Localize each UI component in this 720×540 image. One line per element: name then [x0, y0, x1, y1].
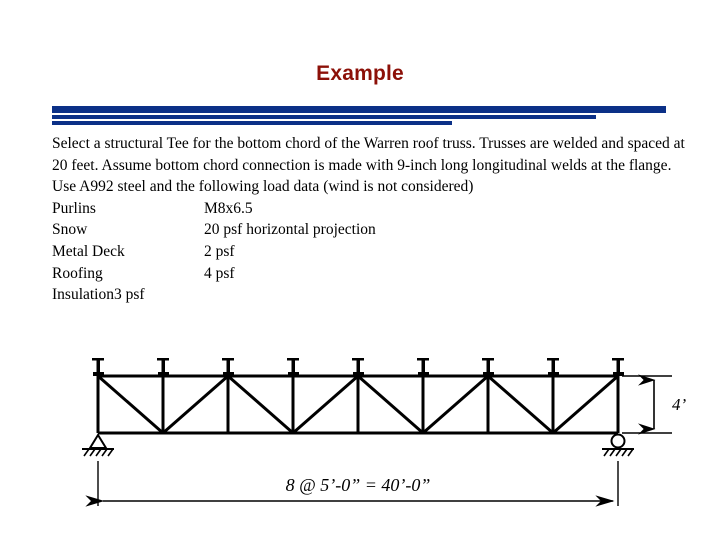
- page-title: Example: [316, 62, 404, 85]
- load-value-insulation: [204, 284, 376, 306]
- depth-dimension: [622, 374, 672, 435]
- truss-diagram: 4’ 8 @ 5’-0” = 40’-0”: [50, 358, 710, 538]
- span-dimension-label: 8 @ 5’-0” = 40’-0”: [286, 475, 431, 495]
- divider-bar-1: [52, 106, 666, 113]
- table-row: Roofing 4 psf: [52, 263, 376, 285]
- truss-frame: [96, 374, 620, 435]
- table-row: Purlins M8x6.5: [52, 198, 376, 220]
- table-row: Metal Deck 2 psf: [52, 241, 376, 263]
- purlin-group: [92, 358, 624, 376]
- purlin-icon: [417, 358, 429, 376]
- load-value-roofing: 4 psf: [204, 264, 235, 282]
- web-diagonal: [422, 374, 489, 435]
- web-diagonal: [227, 374, 294, 435]
- load-label-roofing: Roofing: [52, 264, 103, 282]
- table-row: Snow 20 psf horizontal projection: [52, 219, 376, 241]
- load-label-snow: Snow: [52, 221, 88, 239]
- load-label-metal-deck: Metal Deck: [52, 242, 125, 260]
- web-diagonal: [162, 374, 229, 435]
- load-data-table: Purlins M8x6.5 Snow 20 psf horizontal pr…: [52, 198, 376, 306]
- purlin-icon: [482, 358, 494, 376]
- roller-support-icon: [602, 433, 634, 457]
- purlin-icon: [157, 358, 169, 376]
- load-label-insulation: Insulation3 psf: [52, 286, 145, 304]
- load-value-purlins: M8x6.5: [204, 199, 253, 217]
- slide-body: Select a structural Tee for the bottom c…: [52, 133, 692, 306]
- purlin-icon: [222, 358, 234, 376]
- load-value-snow: 20 psf horizontal projection: [204, 221, 376, 239]
- title-divider: [0, 104, 720, 126]
- pin-support-icon: [82, 433, 114, 457]
- depth-dimension-label: 4’: [672, 395, 687, 414]
- purlin-icon: [352, 358, 364, 376]
- divider-bar-3: [52, 121, 452, 125]
- web-diagonal: [292, 374, 359, 435]
- web-diagonal: [487, 374, 554, 435]
- web-diagonal: [97, 374, 164, 435]
- purlin-icon: [612, 358, 624, 376]
- purlin-icon: [287, 358, 299, 376]
- web-diagonal: [552, 374, 619, 435]
- load-value-metal-deck: 2 psf: [204, 242, 235, 260]
- web-diagonal: [357, 374, 424, 435]
- load-label-purlins: Purlins: [52, 199, 96, 217]
- table-row: Insulation3 psf: [52, 284, 376, 306]
- purlin-icon: [92, 358, 104, 376]
- problem-statement: Select a structural Tee for the bottom c…: [52, 135, 685, 196]
- divider-bar-2: [52, 115, 596, 119]
- purlin-icon: [547, 358, 559, 376]
